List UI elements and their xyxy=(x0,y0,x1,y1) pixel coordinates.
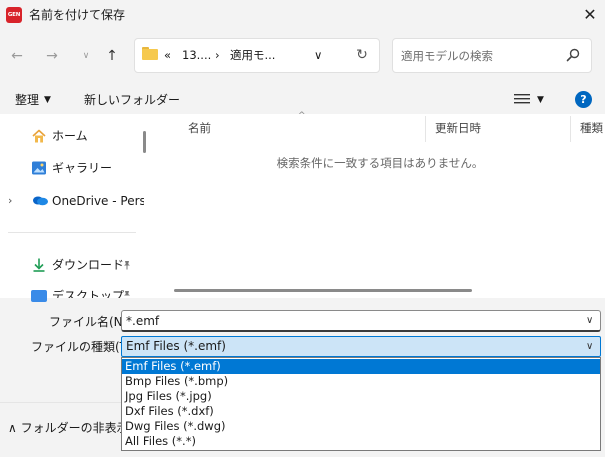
view-options-icon[interactable] xyxy=(513,91,531,107)
filename-label: ファイル名(N): xyxy=(49,315,132,329)
filename-value[interactable]: *.emf xyxy=(126,313,159,329)
column-header-name[interactable]: 名前 xyxy=(188,120,211,136)
filetype-value[interactable]: Emf Files (*.emf) xyxy=(126,338,226,354)
search-icon[interactable] xyxy=(565,47,581,63)
breadcrumb-item[interactable]: 13.... xyxy=(182,48,211,62)
forward-button[interactable]: → xyxy=(40,44,64,68)
filetype-option-dwg[interactable]: Dwg Files (*.dwg) xyxy=(122,419,600,434)
sort-ascending-icon: ^ xyxy=(298,111,306,121)
breadcrumb-separator[interactable]: › xyxy=(215,48,220,62)
pin-icon[interactable] xyxy=(122,290,132,298)
filetype-option-dxf[interactable]: Dxf Files (*.dxf) xyxy=(122,404,600,419)
refresh-button[interactable]: ↻ xyxy=(352,45,372,65)
expand-chevron-icon[interactable]: › xyxy=(8,193,12,209)
sidebar-divider xyxy=(8,232,136,233)
recent-locations-button[interactable]: ∨ xyxy=(74,44,98,68)
gallery-icon xyxy=(32,161,46,175)
sidebar-scrollbar[interactable] xyxy=(143,131,146,153)
new-folder-button[interactable]: 新しいフォルダー xyxy=(84,92,180,108)
breadcrumb-overflow[interactable]: « xyxy=(164,48,171,62)
empty-state-message: 検索条件に一致する項目はありません。 xyxy=(276,156,484,170)
sidebar-item-downloads[interactable]: ダウンロード xyxy=(52,257,124,273)
chevron-up-icon: ∧ xyxy=(8,421,17,435)
sidebar-item-gallery[interactable]: ギャラリー xyxy=(52,160,112,176)
column-divider[interactable] xyxy=(425,116,426,142)
window-title: 名前を付けて保存 xyxy=(29,8,126,22)
filetype-option-all[interactable]: All Files (*.*) xyxy=(122,434,600,449)
column-divider[interactable] xyxy=(570,116,571,142)
app-logo-icon: GEN xyxy=(6,7,22,23)
filetype-option-emf[interactable]: Emf Files (*.emf) xyxy=(122,359,600,374)
hide-folders-button[interactable]: ∧ フォルダーの非表示 xyxy=(8,420,129,436)
sidebar-item-home[interactable]: ホーム xyxy=(52,128,88,144)
breadcrumb-item[interactable]: 適用モ... xyxy=(230,48,275,62)
home-icon xyxy=(32,129,46,143)
download-icon xyxy=(33,258,45,272)
sidebar-item-onedrive[interactable]: OneDrive - Perso xyxy=(52,193,144,209)
horizontal-scrollbar[interactable] xyxy=(174,289,472,292)
filetype-dropdown-list: Emf Files (*.emf) Bmp Files (*.bmp) Jpg … xyxy=(121,357,601,451)
filetype-option-jpg[interactable]: Jpg Files (*.jpg) xyxy=(122,389,600,404)
hide-folders-label: フォルダーの非表示 xyxy=(20,421,129,435)
breadcrumb-dropdown[interactable]: ∨ xyxy=(314,48,322,62)
folder-icon xyxy=(142,47,158,60)
filename-input[interactable] xyxy=(121,310,601,332)
up-button[interactable]: ↑ xyxy=(100,44,124,68)
filetype-option-bmp[interactable]: Bmp Files (*.bmp) xyxy=(122,374,600,389)
onedrive-icon xyxy=(33,196,48,206)
file-list xyxy=(155,114,605,298)
search-placeholder: 適用モデルの検索 xyxy=(401,49,493,63)
sidebar-item-desktop[interactable]: デスクトップ xyxy=(52,288,124,298)
organize-caret-icon[interactable]: ▼ xyxy=(44,92,51,108)
filetype-dropdown-icon[interactable]: ∨ xyxy=(586,339,593,355)
desktop-icon xyxy=(31,290,47,302)
column-header-type[interactable]: 種類 xyxy=(580,120,605,136)
close-button[interactable]: ✕ xyxy=(578,3,602,27)
filename-dropdown-icon[interactable]: ∨ xyxy=(586,313,593,329)
back-button[interactable]: ← xyxy=(5,44,29,68)
pin-icon[interactable] xyxy=(122,260,132,273)
view-caret-icon[interactable]: ▼ xyxy=(537,92,544,108)
column-header-modified[interactable]: 更新日時 xyxy=(435,120,481,136)
organize-button[interactable]: 整理 xyxy=(15,92,39,108)
help-button[interactable]: ? xyxy=(575,91,592,108)
